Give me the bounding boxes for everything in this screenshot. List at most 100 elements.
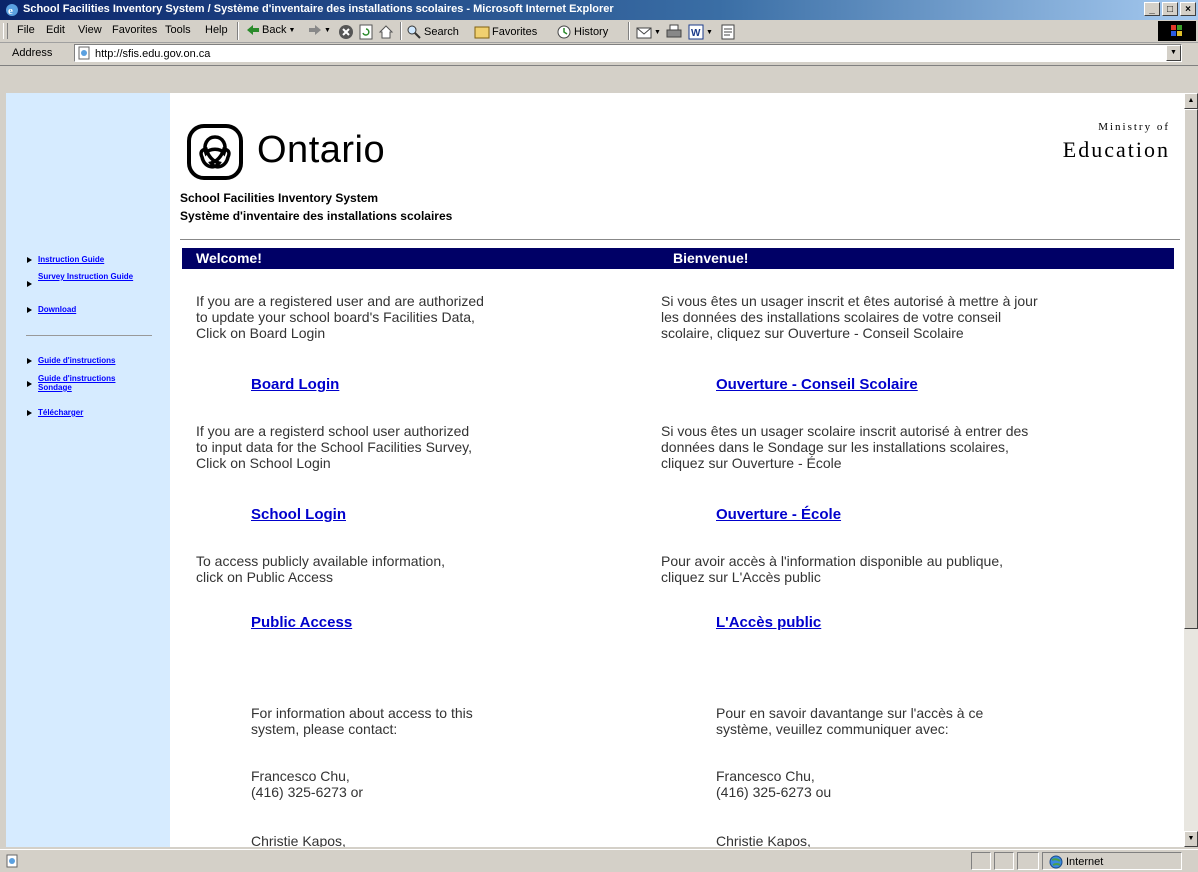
history-icon [557, 25, 571, 39]
menu-file[interactable]: File [17, 24, 35, 36]
welcome-banner: Welcome! Bienvenue! [182, 248, 1174, 269]
windows-logo-icon [1171, 25, 1182, 36]
sidebar-link-instruction-guide[interactable]: Instruction Guide [38, 255, 158, 264]
refresh-button[interactable] [358, 24, 374, 40]
back-label: Back [262, 24, 287, 36]
sidebar-link-survey-instruction-guide[interactable]: Survey Instruction Guide [38, 272, 148, 281]
ouverture-conseil-scolaire-link[interactable]: Ouverture - Conseil Scolaire [716, 376, 918, 393]
favorites-label: Favorites [492, 26, 538, 38]
chevron-down-icon[interactable]: ▼ [654, 29, 661, 36]
ontario-trillium-logo-icon [187, 124, 243, 180]
sidebar-link-download[interactable]: Download [38, 305, 158, 314]
contact2-name-fr: Christie Kapos, [716, 833, 811, 847]
ouverture-ecole-link[interactable]: Ouverture - École [716, 506, 841, 523]
public-access-link[interactable]: Public Access [251, 614, 352, 631]
status-text-cell [4, 852, 968, 870]
page-subtitle-fr: Système d'inventaire des installations s… [180, 209, 453, 223]
back-button[interactable]: Back ▼ [246, 24, 295, 36]
sidebar-link-guide-instructions[interactable]: Guide d'instructions [38, 356, 158, 365]
vertical-scrollbar[interactable]: ▲ ▼ [1184, 93, 1198, 847]
toolbar-separator [237, 22, 239, 40]
bullet-icon [27, 381, 32, 387]
menu-favorites[interactable]: Favorites [112, 24, 157, 36]
mail-button[interactable]: ▼ [636, 24, 661, 40]
sidebar: Instruction Guide Survey Instruction Gui… [6, 93, 170, 847]
contact-name-en: Francesco Chu, [251, 768, 350, 784]
page-subtitle-en: School Facilities Inventory System [180, 191, 379, 205]
stop-button[interactable] [338, 24, 354, 40]
home-icon [378, 25, 394, 39]
back-arrow-icon [247, 25, 259, 35]
windows-logo-throbber [1158, 21, 1196, 41]
window-title: School Facilities Inventory System / Sys… [23, 3, 614, 15]
edit-button[interactable]: W ▼ [688, 24, 713, 40]
scroll-thumb[interactable] [1184, 109, 1198, 629]
internet-zone: Internet [1049, 855, 1103, 869]
address-input[interactable]: http://sfis.edu.gov.on.ca ▼ [74, 44, 1182, 62]
home-button[interactable] [378, 24, 394, 40]
bullet-icon [27, 358, 32, 364]
welcome-heading-en: Welcome! [196, 250, 262, 266]
sidebar-link-guide-instructions-sondage[interactable]: Guide d'instructions Sondage [38, 374, 150, 392]
sidebar-link-telecharger[interactable]: Télécharger [38, 408, 158, 417]
board-text-en: If you are a registered user and are aut… [196, 293, 484, 341]
public-text-fr: Pour avoir accès à l'information disponi… [661, 553, 1003, 585]
ministry-of-label: Ministry of [1098, 121, 1170, 133]
search-icon [407, 25, 421, 39]
ontario-wordmark: Ontario [257, 129, 386, 171]
contact-phone-en: (416) 325-6273 or [251, 784, 364, 800]
bullet-icon [27, 307, 32, 313]
board-text-fr: Si vous êtes un usager inscrit et êtes a… [661, 293, 1038, 341]
chevron-down-icon[interactable]: ▼ [324, 27, 331, 34]
word-icon: W [688, 24, 704, 40]
contact-phone-fr: (416) 325-6273 ou [716, 784, 832, 800]
scroll-down-button[interactable]: ▼ [1184, 831, 1198, 847]
print-icon [666, 24, 682, 38]
welcome-heading-fr: Bienvenue! [673, 250, 749, 266]
address-label: Address [12, 47, 53, 59]
globe-icon [1049, 855, 1063, 869]
main-content: Ontario Ministry of Education School Fac… [170, 93, 1184, 847]
address-dropdown-button[interactable]: ▼ [1166, 45, 1181, 61]
forward-button[interactable]: ▼ [308, 24, 331, 36]
menu-help[interactable]: Help [205, 24, 228, 36]
address-bar: Address http://sfis.edu.gov.on.ca ▼ [0, 43, 1198, 66]
favorites-button[interactable]: Favorites [474, 24, 537, 40]
menu-edit[interactable]: Edit [46, 24, 65, 36]
favorites-icon [474, 26, 490, 39]
school-text-en: If you are a registerd school user autho… [196, 423, 472, 471]
chevron-down-icon[interactable]: ▼ [706, 29, 713, 36]
print-button[interactable] [666, 24, 682, 40]
discuss-button[interactable] [720, 24, 736, 40]
scroll-up-button[interactable]: ▲ [1184, 93, 1198, 109]
menu-view[interactable]: View [78, 24, 102, 36]
bullet-icon [27, 410, 32, 416]
page-icon [78, 46, 90, 60]
minimize-button[interactable]: _ [1144, 2, 1160, 16]
mail-icon [636, 27, 652, 39]
contact-text-fr: Pour en savoir davantange sur l'accès à … [716, 705, 984, 737]
sidebar-divider [26, 335, 152, 336]
status-bar: Internet [0, 849, 1198, 872]
board-login-link[interactable]: Board Login [251, 376, 339, 393]
status-secure-cell [994, 852, 1014, 870]
search-button[interactable]: Search [406, 24, 459, 40]
toolbar-separator [628, 22, 630, 40]
history-label: History [574, 26, 609, 38]
toolbar-grip[interactable] [3, 23, 8, 39]
public-text-en: To access publicly available information… [196, 553, 446, 585]
page-viewport: Instruction Guide Survey Instruction Gui… [6, 93, 1184, 847]
close-button[interactable]: × [1180, 2, 1196, 16]
acces-public-link[interactable]: L'Accès public [716, 614, 821, 631]
window-titlebar: e School Facilities Inventory System / S… [0, 0, 1198, 20]
menu-tools[interactable]: Tools [165, 24, 191, 36]
discuss-icon [721, 24, 735, 40]
address-url: http://sfis.edu.gov.on.ca [95, 48, 211, 60]
svg-text:e: e [8, 5, 13, 17]
forward-arrow-icon [309, 25, 321, 35]
chevron-down-icon[interactable]: ▼ [288, 27, 295, 34]
school-login-link[interactable]: School Login [251, 506, 346, 523]
maximize-button[interactable]: □ [1162, 2, 1178, 16]
history-button[interactable]: History [556, 24, 608, 40]
school-text-fr: Si vous êtes un usager scolaire inscrit … [661, 423, 1029, 471]
